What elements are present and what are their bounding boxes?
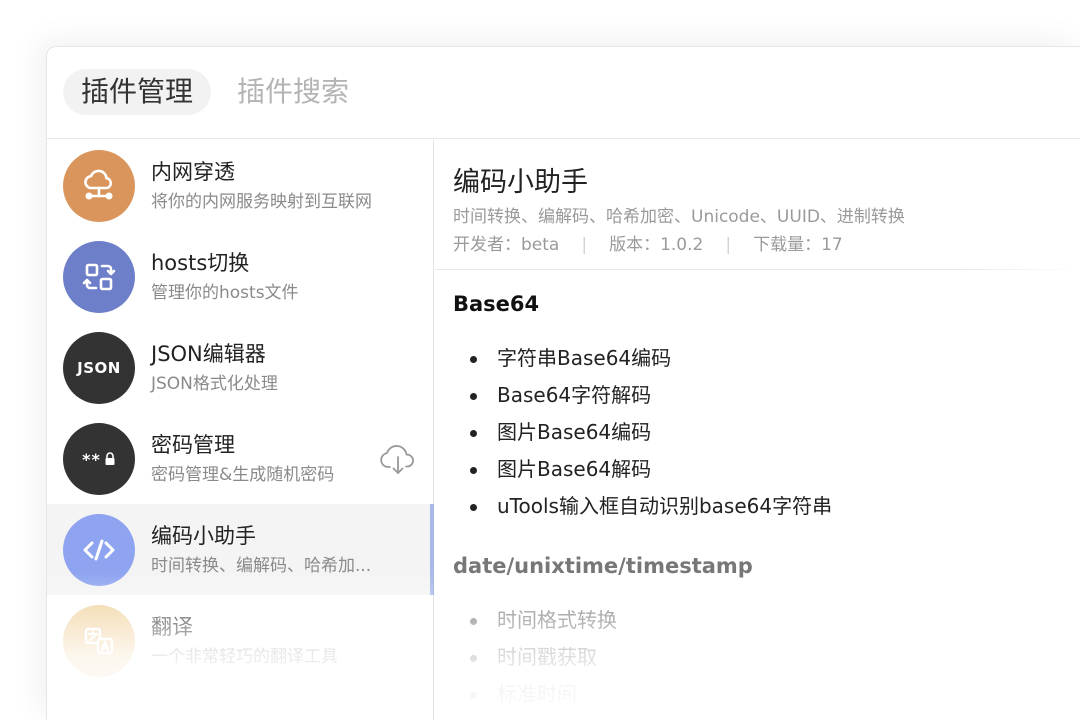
plugin-list: 内网穿透 将你的内网服务映射到互联网 hosts切换 管理你的hosts文件 J… bbox=[47, 140, 434, 720]
json-icon: JSON bbox=[63, 332, 135, 404]
list-item: 图片Base64编码 bbox=[453, 414, 832, 451]
plugin-title: 翻译 bbox=[151, 615, 193, 639]
cloud-download-icon[interactable] bbox=[379, 441, 417, 477]
plugin-item-intranet[interactable]: 内网穿透 将你的内网服务映射到互联网 bbox=[47, 140, 433, 231]
password-icon-text: ** bbox=[82, 449, 101, 469]
developer-text: 开发者：beta bbox=[453, 235, 560, 255]
section-title-base64: Base64 bbox=[453, 292, 540, 316]
plugin-desc: 将你的内网服务映射到互联网 bbox=[151, 192, 372, 212]
plugin-desc: 密码管理&生成随机密码 bbox=[151, 465, 335, 485]
date-feature-list: 时间格式转换 时间戳获取 标准时间 bbox=[453, 602, 617, 713]
plugin-title: 密码管理 bbox=[151, 433, 235, 457]
plugin-desc: JSON格式化处理 bbox=[151, 374, 278, 394]
code-icon bbox=[63, 514, 135, 586]
base64-feature-list: 字符串Base64编码 Base64字符解码 图片Base64编码 图片Base… bbox=[453, 340, 832, 525]
plugin-item-translate[interactable]: 翻译 一个非常轻巧的翻译工具 bbox=[47, 595, 433, 686]
detail-title: 编码小助手 bbox=[453, 167, 588, 198]
list-item: 时间格式转换 bbox=[453, 602, 617, 639]
plugin-desc: 管理你的hosts文件 bbox=[151, 283, 299, 303]
json-icon-text: JSON bbox=[77, 359, 121, 377]
plugin-title: 内网穿透 bbox=[151, 160, 235, 184]
list-item: 标准时间 bbox=[453, 676, 617, 713]
plugin-item-json[interactable]: JSON JSON编辑器 JSON格式化处理 bbox=[47, 322, 433, 413]
plugin-detail: 编码小助手 时间转换、编解码、哈希加密、Unicode、UUID、进制转换 开发… bbox=[435, 140, 1080, 720]
detail-meta: 开发者：beta | 版本：1.0.2 | 下载量：17 bbox=[453, 235, 843, 255]
tab-plugin-search[interactable]: 插件搜索 bbox=[237, 69, 349, 115]
plugin-item-encoder[interactable]: 编码小助手 时间转换、编解码、哈希加... bbox=[47, 504, 434, 595]
list-item: uTools输入框自动识别base64字符串 bbox=[453, 488, 832, 525]
detail-header: 编码小助手 时间转换、编解码、哈希加密、Unicode、UUID、进制转换 开发… bbox=[435, 140, 1080, 270]
header: 插件管理 插件搜索 bbox=[47, 47, 1080, 139]
list-item: Base64字符解码 bbox=[453, 377, 832, 414]
version-text: 版本：1.0.2 bbox=[609, 235, 704, 255]
plugin-title: 编码小助手 bbox=[151, 524, 256, 548]
list-item: 图片Base64解码 bbox=[453, 451, 832, 488]
list-item: 时间戳获取 bbox=[453, 639, 617, 676]
plugin-title: hosts切换 bbox=[151, 251, 250, 275]
plugin-window: 插件管理 插件搜索 内网穿透 将你的内网服务映射到互联网 hosts切换 管理你… bbox=[46, 46, 1080, 720]
downloads-text: 下载量：17 bbox=[753, 235, 843, 255]
plugin-desc: 一个非常轻巧的翻译工具 bbox=[151, 647, 338, 667]
plugin-title: JSON编辑器 bbox=[151, 342, 266, 366]
list-item: 字符串Base64编码 bbox=[453, 340, 832, 377]
lock-icon bbox=[105, 452, 115, 465]
section-title-date: date/unixtime/timestamp bbox=[453, 554, 753, 578]
password-icon: ** bbox=[63, 423, 135, 495]
switch-icon bbox=[63, 241, 135, 313]
translate-icon bbox=[63, 605, 135, 677]
cloud-network-icon bbox=[63, 150, 135, 222]
detail-tags: 时间转换、编解码、哈希加密、Unicode、UUID、进制转换 bbox=[453, 207, 905, 227]
tab-plugin-manage[interactable]: 插件管理 bbox=[63, 69, 212, 115]
plugin-desc: 时间转换、编解码、哈希加... bbox=[151, 556, 372, 576]
plugin-item-hosts[interactable]: hosts切换 管理你的hosts文件 bbox=[47, 231, 433, 322]
plugin-item-password[interactable]: ** 密码管理 密码管理&生成随机密码 bbox=[47, 413, 433, 504]
